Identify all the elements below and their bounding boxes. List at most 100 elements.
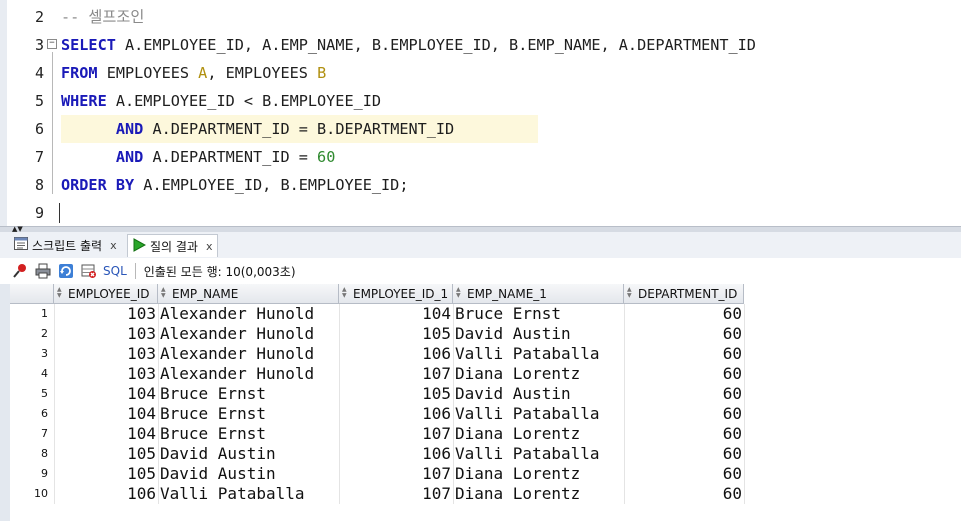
table-cell[interactable]: 60 bbox=[624, 424, 744, 444]
table-cell[interactable]: 105 bbox=[54, 464, 158, 484]
code-text[interactable]: ORDER BY A.EMPLOYEE_ID, B.EMPLOYEE_ID; bbox=[61, 171, 961, 199]
table-cell[interactable]: 105 bbox=[54, 444, 158, 464]
code-line[interactable]: 2 -- 셀프조인 bbox=[0, 3, 961, 31]
sort-arrows-icon[interactable]: ▲ ▼ bbox=[456, 287, 461, 299]
table-cell[interactable]: 60 bbox=[624, 384, 744, 404]
row-number[interactable]: 3 bbox=[10, 344, 54, 364]
results-grid[interactable]: ▲ ▼ EMPLOYEE_ID ▲ ▼ EMP_NAME ▲ ▼ EMPLOYEE_ID_1 ▲ ▼… bbox=[10, 284, 961, 521]
code-line[interactable]: 9 bbox=[0, 199, 961, 226]
sql-link[interactable]: SQL bbox=[103, 264, 127, 278]
table-cell[interactable]: 107 bbox=[339, 364, 453, 384]
table-row[interactable]: 1 103 Alexander Hunold 104 Bruce Ernst 60 bbox=[10, 304, 745, 324]
sql-editor[interactable]: 2 -- 셀프조인 3− SELECT A.EMPLOYEE_ID, A.EMP_NA… bbox=[0, 0, 961, 226]
table-row[interactable]: 6 104 Bruce Ernst 106 Valli Pataballa 60 bbox=[10, 404, 745, 424]
code-text[interactable]: FROM EMPLOYEES A, EMPLOYEES B bbox=[61, 59, 961, 87]
table-row[interactable]: 9 105 David Austin 107 Diana Lorentz 60 bbox=[10, 464, 745, 484]
table-cell[interactable]: Diana Lorentz bbox=[453, 424, 624, 444]
code-line[interactable]: 5 WHERE A.EMPLOYEE_ID < B.EMPLOYEE_ID bbox=[0, 87, 961, 115]
table-cell[interactable]: Valli Pataballa bbox=[453, 404, 624, 424]
table-cell[interactable]: 60 bbox=[624, 324, 744, 344]
table-cell[interactable]: 106 bbox=[54, 484, 158, 504]
column-header-emp-name[interactable]: ▲ ▼ EMP_NAME bbox=[158, 284, 339, 304]
row-number[interactable]: 4 bbox=[10, 364, 54, 384]
table-cell[interactable]: Bruce Ernst bbox=[453, 304, 624, 324]
table-cell[interactable]: 104 bbox=[339, 304, 453, 324]
code-line[interactable]: 4 FROM EMPLOYEES A, EMPLOYEES B bbox=[0, 59, 961, 87]
row-number[interactable]: 10 bbox=[10, 484, 54, 504]
print-icon[interactable] bbox=[33, 261, 53, 281]
row-number[interactable]: 9 bbox=[10, 464, 54, 484]
table-cell[interactable]: 106 bbox=[339, 404, 453, 424]
column-header-department-id[interactable]: ▲ ▼ DEPARTMENT_ID bbox=[624, 284, 744, 304]
table-row[interactable]: 7 104 Bruce Ernst 107 Diana Lorentz 60 bbox=[10, 424, 745, 444]
table-row[interactable]: 5 104 Bruce Ernst 105 David Austin 60 bbox=[10, 384, 745, 404]
table-cell[interactable]: Alexander Hunold bbox=[158, 304, 339, 324]
code-text[interactable]: -- 셀프조인 bbox=[61, 3, 961, 31]
table-cell[interactable]: 106 bbox=[339, 444, 453, 464]
table-cell[interactable]: David Austin bbox=[158, 464, 339, 484]
table-row[interactable]: 4 103 Alexander Hunold 107 Diana Lorentz 60 bbox=[10, 364, 745, 384]
code-line[interactable]: 6 AND A.DEPARTMENT_ID = B.DEPARTMENT_ID bbox=[0, 115, 961, 143]
table-cell[interactable]: Diana Lorentz bbox=[453, 364, 624, 384]
table-cell[interactable]: 106 bbox=[339, 344, 453, 364]
close-icon[interactable]: x bbox=[206, 240, 213, 253]
row-number[interactable]: 1 bbox=[10, 304, 54, 324]
table-row[interactable]: 3 103 Alexander Hunold 106 Valli Pataballa 60 bbox=[10, 344, 745, 364]
tab-query-result[interactable]: 질의 결과 x bbox=[127, 234, 218, 257]
code-text[interactable]: WHERE A.EMPLOYEE_ID < B.EMPLOYEE_ID bbox=[61, 87, 961, 115]
refresh-icon[interactable] bbox=[56, 261, 76, 281]
table-cell[interactable]: 104 bbox=[54, 404, 158, 424]
table-cell[interactable]: 103 bbox=[54, 304, 158, 324]
table-row[interactable]: 2 103 Alexander Hunold 105 David Austin 60 bbox=[10, 324, 745, 344]
table-row[interactable]: 10 106 Valli Pataballa 107 Diana Lorentz 60 bbox=[10, 484, 745, 504]
close-icon[interactable]: x bbox=[110, 239, 117, 252]
row-number[interactable]: 8 bbox=[10, 444, 54, 464]
column-header-employee-id-1[interactable]: ▲ ▼ EMPLOYEE_ID_1 bbox=[339, 284, 453, 304]
table-cell[interactable]: 60 bbox=[624, 484, 744, 504]
code-text[interactable]: AND A.DEPARTMENT_ID = B.DEPARTMENT_ID bbox=[61, 115, 538, 143]
table-cell[interactable]: Bruce Ernst bbox=[158, 384, 339, 404]
code-text[interactable] bbox=[61, 199, 961, 226]
table-cell[interactable]: Diana Lorentz bbox=[453, 484, 624, 504]
table-cell[interactable]: 105 bbox=[339, 324, 453, 344]
table-cell[interactable]: 107 bbox=[339, 424, 453, 444]
row-number[interactable]: 7 bbox=[10, 424, 54, 444]
table-cell[interactable]: 60 bbox=[624, 364, 744, 384]
fold-toggle-icon[interactable]: − bbox=[47, 39, 57, 49]
table-cell[interactable]: 60 bbox=[624, 304, 744, 324]
table-cell[interactable]: 60 bbox=[624, 464, 744, 484]
row-number[interactable]: 2 bbox=[10, 324, 54, 344]
row-number[interactable]: 6 bbox=[10, 404, 54, 424]
column-header-employee-id[interactable]: ▲ ▼ EMPLOYEE_ID bbox=[54, 284, 158, 304]
table-cell[interactable]: Valli Pataballa bbox=[453, 344, 624, 364]
table-cell[interactable]: 104 bbox=[54, 384, 158, 404]
column-header-emp-name-1[interactable]: ▲ ▼ EMP_NAME_1 bbox=[453, 284, 624, 304]
table-cell[interactable]: David Austin bbox=[158, 444, 339, 464]
sort-arrows-icon[interactable]: ▲ ▼ bbox=[342, 287, 347, 299]
table-cell[interactable]: 107 bbox=[339, 484, 453, 504]
row-number[interactable]: 5 bbox=[10, 384, 54, 404]
table-cell[interactable]: David Austin bbox=[453, 324, 624, 344]
table-cell[interactable]: 105 bbox=[339, 384, 453, 404]
table-cell[interactable]: Alexander Hunold bbox=[158, 324, 339, 344]
table-cell[interactable]: Bruce Ernst bbox=[158, 404, 339, 424]
table-cell[interactable]: Valli Pataballa bbox=[158, 484, 339, 504]
table-cell[interactable]: 103 bbox=[54, 344, 158, 364]
code-line[interactable]: 7 AND A.DEPARTMENT_ID = 60 bbox=[0, 143, 961, 171]
clear-icon[interactable] bbox=[79, 261, 99, 281]
code-line[interactable]: 3− SELECT A.EMPLOYEE_ID, A.EMP_NAME, B.EM… bbox=[0, 31, 961, 59]
table-cell[interactable]: 103 bbox=[54, 364, 158, 384]
sort-arrows-icon[interactable]: ▲ ▼ bbox=[627, 287, 632, 299]
tab-script-output[interactable]: 스크립트 출력 x bbox=[10, 234, 121, 256]
table-cell[interactable]: 60 bbox=[624, 444, 744, 464]
table-row[interactable]: 8 105 David Austin 106 Valli Pataballa 60 bbox=[10, 444, 745, 464]
table-cell[interactable]: Alexander Hunold bbox=[158, 364, 339, 384]
code-line[interactable]: 8 ORDER BY A.EMPLOYEE_ID, B.EMPLOYEE_ID; bbox=[0, 171, 961, 199]
table-cell[interactable]: 103 bbox=[54, 324, 158, 344]
table-cell[interactable]: 60 bbox=[624, 344, 744, 364]
table-cell[interactable]: 104 bbox=[54, 424, 158, 444]
code-text[interactable]: SELECT A.EMPLOYEE_ID, A.EMP_NAME, B.EMPL… bbox=[61, 31, 961, 59]
table-cell[interactable]: Valli Pataballa bbox=[453, 444, 624, 464]
table-cell[interactable]: 107 bbox=[339, 464, 453, 484]
table-cell[interactable]: Diana Lorentz bbox=[453, 464, 624, 484]
